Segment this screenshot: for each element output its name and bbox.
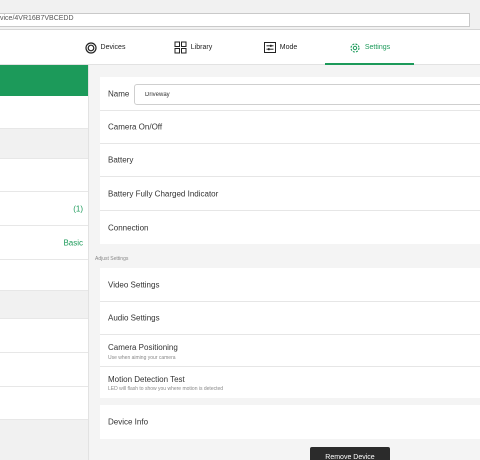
url-field[interactable]: vice/4VR16B7VBCEDD bbox=[0, 13, 470, 27]
camera-positioning-row[interactable]: Camera Positioning Use when aiming your … bbox=[100, 335, 480, 367]
tab-library[interactable]: Library bbox=[168, 30, 218, 65]
camera-onoff-row[interactable]: Camera On/Off bbox=[100, 111, 480, 144]
device-settings-card: Name Camera On/Off Battery Battery Fully… bbox=[100, 77, 480, 244]
name-row: Name bbox=[100, 77, 480, 111]
list-section bbox=[0, 420, 88, 460]
list-item-count[interactable]: (1) bbox=[0, 192, 88, 226]
tab-settings-label: Settings bbox=[364, 44, 391, 51]
list-item[interactable] bbox=[0, 260, 88, 291]
camera-positioning-label: Camera Positioning bbox=[108, 343, 178, 352]
battery-indicator-row[interactable]: Battery Fully Charged Indicator bbox=[100, 177, 480, 211]
motion-test-hint: LED will flash to show you where motion … bbox=[108, 386, 224, 392]
tab-settings[interactable]: Settings bbox=[325, 30, 414, 65]
connection-row[interactable]: Connection bbox=[100, 211, 480, 244]
top-nav: Devices Library Mode Settings bbox=[0, 30, 480, 65]
motion-test-label: Motion Detection Test bbox=[108, 375, 185, 384]
name-label: Name bbox=[108, 89, 130, 98]
device-name-input[interactable] bbox=[134, 84, 480, 105]
settings-pane: Name Camera On/Off Battery Battery Fully… bbox=[88, 65, 480, 460]
battery-indicator-label: Battery Fully Charged Indicator bbox=[108, 189, 219, 198]
adjust-settings-heading: Adjust Settings bbox=[95, 256, 129, 262]
device-count: (1) bbox=[73, 204, 83, 213]
selected-device-header[interactable] bbox=[0, 65, 88, 96]
tab-mode-label: Mode bbox=[279, 44, 298, 51]
mode-icon bbox=[263, 42, 276, 53]
list-item[interactable] bbox=[0, 319, 88, 353]
list-section bbox=[0, 129, 88, 159]
devices-icon bbox=[84, 41, 97, 54]
plan-value: Basic bbox=[63, 238, 83, 247]
library-icon bbox=[174, 41, 187, 54]
device-list-pane: (1) Basic bbox=[0, 65, 88, 460]
camera-onoff-label: Camera On/Off bbox=[108, 122, 163, 132]
tab-devices-label: Devices bbox=[100, 44, 126, 51]
list-section bbox=[0, 291, 88, 319]
list-item-plan[interactable]: Basic bbox=[0, 226, 88, 260]
battery-row[interactable]: Battery bbox=[100, 144, 480, 177]
tab-mode[interactable]: Mode bbox=[258, 30, 303, 65]
adjust-settings-card: Video Settings Audio Settings Camera Pos… bbox=[100, 268, 480, 398]
device-info-row[interactable]: Device Info bbox=[100, 405, 480, 439]
camera-positioning-hint: Use when aiming your camera bbox=[108, 355, 176, 361]
device-info-label: Device Info bbox=[108, 417, 149, 427]
device-info-card: Device Info bbox=[100, 405, 480, 439]
audio-settings-row[interactable]: Audio Settings bbox=[100, 302, 480, 335]
list-item[interactable] bbox=[0, 353, 88, 387]
list-item[interactable] bbox=[0, 387, 88, 420]
list-item[interactable] bbox=[0, 96, 88, 129]
url-text: vice/4VR16B7VBCEDD bbox=[0, 15, 74, 22]
tab-devices[interactable]: Devices bbox=[80, 30, 130, 65]
remove-device-button[interactable]: Remove Device bbox=[310, 447, 390, 460]
video-settings-row[interactable]: Video Settings bbox=[100, 268, 480, 302]
connection-label: Connection bbox=[108, 223, 149, 232]
gear-icon bbox=[349, 42, 361, 54]
audio-settings-label: Audio Settings bbox=[108, 313, 160, 323]
motion-test-row[interactable]: Motion Detection Test LED will flash to … bbox=[100, 367, 480, 398]
list-item[interactable] bbox=[0, 159, 88, 192]
video-settings-label: Video Settings bbox=[108, 280, 160, 289]
battery-label: Battery bbox=[108, 155, 134, 165]
browser-url-bar: vice/4VR16B7VBCEDD bbox=[0, 0, 480, 30]
tab-library-label: Library bbox=[190, 44, 213, 51]
